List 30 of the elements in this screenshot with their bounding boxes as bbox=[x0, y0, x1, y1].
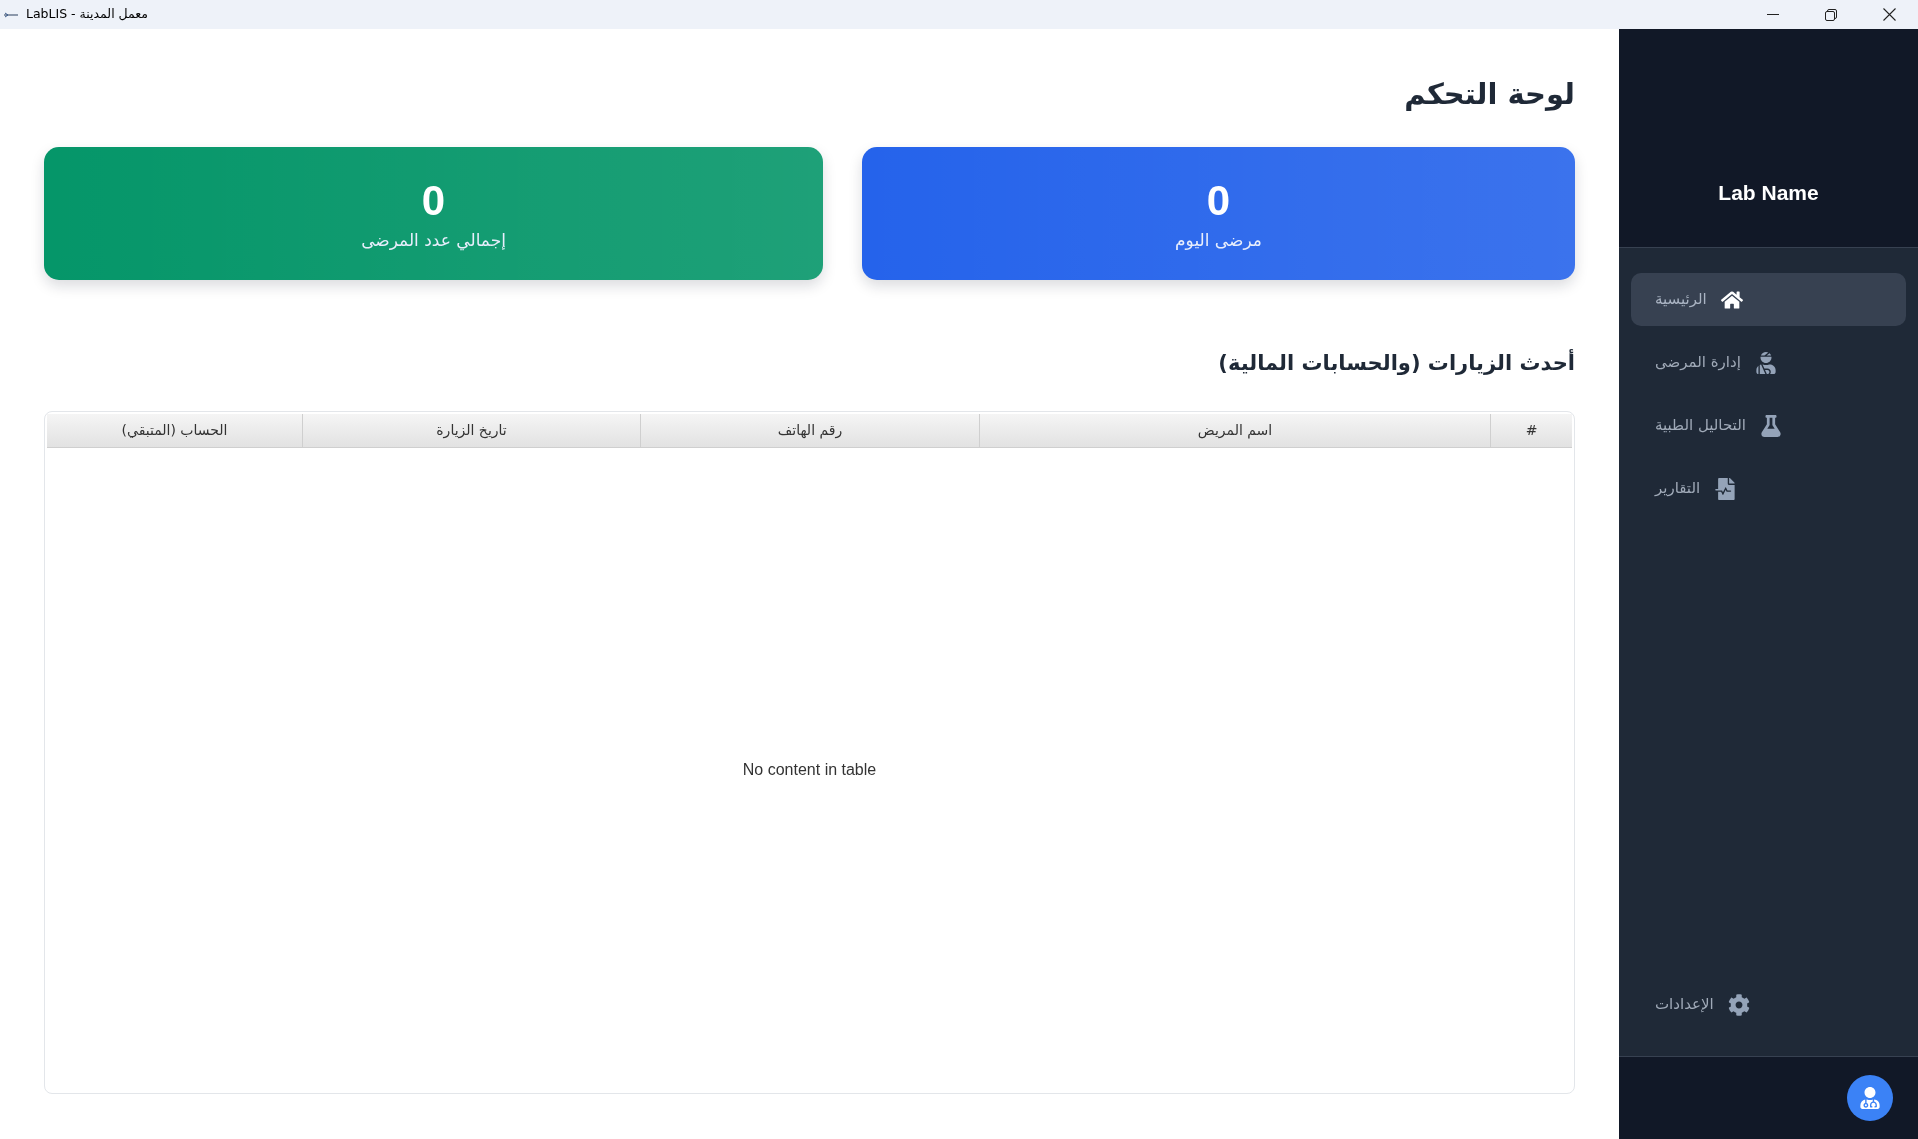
restore-icon bbox=[1825, 8, 1837, 21]
page-title: لوحة التحكم bbox=[1403, 76, 1575, 113]
close-icon bbox=[1882, 8, 1896, 21]
empty-table-message: No content in table bbox=[742, 759, 877, 780]
stat-label: مرضى اليوم bbox=[1175, 228, 1262, 252]
brand-name: Lab Name bbox=[1718, 180, 1819, 206]
settings-icon bbox=[1727, 993, 1750, 1016]
app-icon bbox=[4, 11, 18, 18]
sidebar-item[interactable]: التقارير bbox=[1631, 462, 1906, 515]
sidebar-item[interactable]: الرئيسية bbox=[1631, 273, 1906, 326]
window-title: LabLIS - معمل المدينة bbox=[26, 5, 149, 24]
minimize-icon bbox=[1767, 14, 1779, 15]
house-icon bbox=[1720, 288, 1743, 311]
user-avatar-button[interactable] bbox=[1847, 1075, 1893, 1121]
column-header: اسم المريض bbox=[979, 414, 1490, 447]
column-header: تاريخ الزيارة bbox=[302, 414, 640, 447]
sidebar-item[interactable]: الإعدادات bbox=[1631, 978, 1906, 1031]
column-header: رقم الهاتف bbox=[640, 414, 979, 447]
sidebar-item[interactable]: إدارة المرضى bbox=[1631, 336, 1906, 389]
bandaged-person-icon bbox=[1754, 351, 1777, 374]
stat-value: 0 bbox=[421, 175, 446, 226]
flask-icon bbox=[1759, 414, 1782, 437]
document-pulse-icon bbox=[1714, 477, 1737, 500]
section-title: أحدث الزيارات (والحسابات المالية) bbox=[1217, 348, 1575, 377]
sidebar-item[interactable]: التحاليل الطبية bbox=[1631, 399, 1906, 452]
stat-label: إجمالي عدد المرضى bbox=[361, 228, 506, 252]
doctor-icon bbox=[1859, 1087, 1881, 1109]
column-header: الحساب (المتبقي) bbox=[120, 421, 229, 440]
column-header: # bbox=[1490, 414, 1572, 447]
stat-value: 0 bbox=[1206, 175, 1231, 226]
